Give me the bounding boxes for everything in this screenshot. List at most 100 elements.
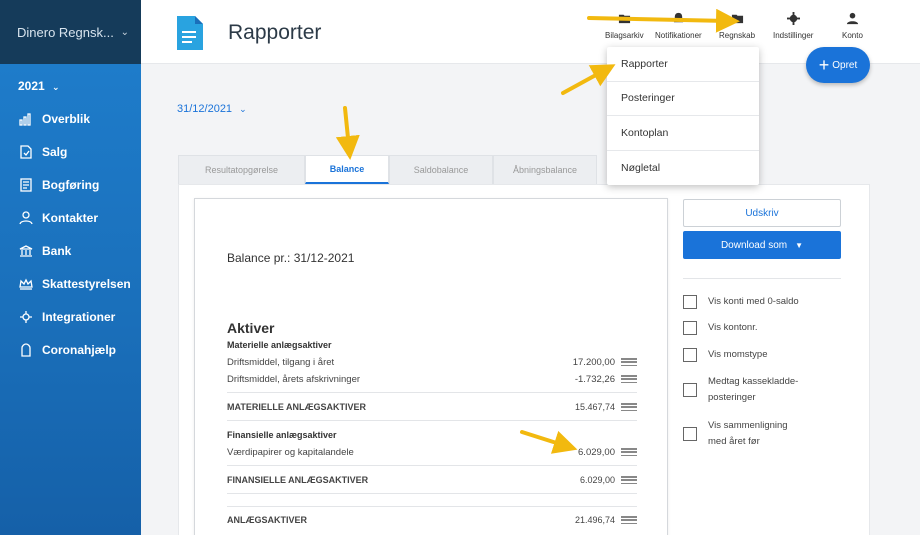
- checkbox[interactable]: [683, 295, 697, 309]
- gear-icon: [786, 12, 800, 25]
- table-row: Værdipapirer og kapitalandele 6.029,00: [227, 444, 637, 460]
- folder-open-icon: [731, 14, 743, 24]
- nav-notifikationer-label: Notifikationer: [655, 31, 702, 40]
- sidebar-item-salg[interactable]: Salg: [0, 135, 141, 168]
- checkbox[interactable]: [683, 383, 697, 397]
- balance-report: Balance pr.: 31/12-2021 Aktiver Materiel…: [194, 198, 668, 535]
- sidebar-item-label: Bogføring: [42, 177, 100, 192]
- row-value: -1.732,26: [574, 373, 615, 385]
- menu-item-rapporter[interactable]: Rapporter: [607, 47, 759, 82]
- group-title: Materielle anlægsaktiver: [227, 340, 332, 350]
- tab-label: Balance: [329, 164, 365, 174]
- checkbox[interactable]: [683, 321, 697, 335]
- divider: [227, 506, 637, 507]
- tab-label: Åbningsbalance: [512, 165, 578, 175]
- tab-label: Saldobalance: [413, 165, 469, 175]
- org-switcher[interactable]: Dinero Regnsk... ⌄: [0, 0, 141, 64]
- nav-bilagsarkiv[interactable]: Bilagsarkiv: [605, 12, 644, 40]
- report-title: Balance pr.: 31/12-2021: [227, 251, 355, 265]
- user-icon: [846, 12, 859, 25]
- menu-item-posteringer[interactable]: Posteringer: [607, 82, 759, 116]
- chevron-down-icon: ⌄: [120, 26, 129, 38]
- divider: [227, 465, 637, 466]
- year-selector[interactable]: 2021 ⌄: [0, 64, 141, 102]
- bar-chart-icon: [18, 111, 34, 127]
- nav-indstillinger[interactable]: Indstillinger: [773, 12, 813, 40]
- create-button[interactable]: + Opret: [806, 47, 870, 83]
- total-row: MATERIELLE ANLÆGSAKTIVER 15.467,74: [227, 399, 637, 415]
- sidebar-item-label: Coronahjælp: [42, 342, 116, 357]
- nav-regnskab[interactable]: Regnskab: [719, 12, 755, 40]
- menu-item-label: Nøgletal: [621, 161, 661, 174]
- divider: [683, 278, 841, 279]
- row-label: FINANSIELLE ANLÆGSAKTIVER: [227, 475, 369, 485]
- report-heading: Aktiver: [227, 320, 275, 336]
- sidebar-item-label: Overblik: [42, 111, 91, 126]
- list-icon[interactable]: [621, 448, 637, 456]
- sidebar-item-skattestyrelsen[interactable]: Skattestyrelsen: [0, 267, 141, 300]
- bookkeeping-icon: [18, 177, 34, 193]
- sidebar-item-label: Kontakter: [42, 210, 99, 225]
- nav-konto[interactable]: Konto: [842, 12, 863, 40]
- org-name: Dinero Regnsk...: [17, 24, 114, 40]
- divider: [227, 392, 637, 393]
- option-compare-previous-year[interactable]: Vis sammenligning med året før: [683, 418, 804, 450]
- table-row: Driftsmiddel, tilgang i året 17.200,00: [227, 354, 637, 370]
- sidebar-item-label: Skattestyrelsen: [42, 276, 131, 291]
- sidebar-item-overblik[interactable]: Overblik: [0, 102, 141, 135]
- nav-regnskab-label: Regnskab: [719, 31, 756, 40]
- group-title: Finansielle anlægsaktiver: [227, 430, 337, 440]
- year-label: 2021: [18, 79, 45, 93]
- list-icon[interactable]: [621, 476, 637, 484]
- date-value: 31/12/2021: [177, 103, 233, 115]
- row-label: Driftsmiddel, årets afskrivninger: [227, 373, 361, 385]
- tab-abningsbalance[interactable]: Åbningsbalance: [493, 155, 597, 184]
- option-vat-type[interactable]: Vis momstype: [683, 347, 767, 363]
- chevron-down-icon: ⌄: [239, 104, 247, 114]
- sidebar: Dinero Regnsk... ⌄ 2021 ⌄ Overblik Salg …: [0, 0, 141, 535]
- regnskab-dropdown: Rapporter Posteringer Kontoplan Nøgletal: [607, 47, 759, 185]
- sidebar-item-coronahjaelp[interactable]: Coronahjælp: [0, 333, 141, 366]
- option-account-number[interactable]: Vis kontonr.: [683, 320, 757, 336]
- sidebar-item-label: Salg: [42, 144, 68, 159]
- sidebar-item-integrationer[interactable]: Integrationer: [0, 300, 141, 333]
- date-selector[interactable]: 31/12/2021 ⌄: [177, 103, 247, 115]
- chevron-down-icon: ⌄: [52, 82, 60, 92]
- option-label: Medtag kassekladde-posteringer: [708, 376, 799, 403]
- list-icon[interactable]: [621, 516, 637, 524]
- menu-item-kontoplan[interactable]: Kontoplan: [607, 116, 759, 151]
- sidebar-item-bogforing[interactable]: Bogføring: [0, 168, 141, 201]
- checkbox[interactable]: [683, 427, 697, 441]
- list-icon[interactable]: [621, 403, 637, 411]
- sidebar-item-kontakter[interactable]: Kontakter: [0, 201, 141, 234]
- download-button[interactable]: Download som ▼: [683, 231, 841, 259]
- print-button[interactable]: Udskriv: [683, 199, 841, 227]
- row-value: 15.467,74: [574, 402, 615, 412]
- tab-saldobalance[interactable]: Saldobalance: [389, 155, 493, 184]
- menu-item-label: Rapporter: [621, 57, 668, 70]
- sales-icon: [18, 144, 34, 160]
- option-zero-balance[interactable]: Vis konti med 0-saldo: [683, 294, 799, 310]
- print-button-label: Udskriv: [745, 207, 779, 219]
- sidebar-item-bank[interactable]: Bank: [0, 234, 141, 267]
- tab-label: Resultatopgørelse: [204, 165, 279, 175]
- sidebar-nav: Overblik Salg Bogføring Kontakter Bank S…: [0, 102, 141, 366]
- option-include-draft[interactable]: Medtag kassekladde-posteringer: [683, 374, 804, 406]
- nav-notifikationer[interactable]: Notifikationer: [655, 12, 702, 40]
- tab-balance[interactable]: Balance: [305, 155, 389, 184]
- caret-down-icon: ▼: [795, 240, 804, 250]
- list-icon[interactable]: [621, 358, 637, 366]
- divider: [227, 493, 637, 494]
- contacts-icon: [18, 210, 34, 226]
- tab-resultatopgorelse[interactable]: Resultatopgørelse: [178, 155, 305, 184]
- grand-total-row: ANLÆGSAKTIVER 21.496,74: [227, 512, 637, 528]
- nav-bilagsarkiv-label: Bilagsarkiv: [605, 31, 644, 40]
- create-button-label: Opret: [832, 59, 858, 71]
- row-label: MATERIELLE ANLÆGSAKTIVER: [227, 402, 366, 412]
- checkbox[interactable]: [683, 348, 697, 362]
- list-icon[interactable]: [621, 375, 637, 383]
- nav-indstillinger-label: Indstillinger: [773, 31, 814, 40]
- bell-icon: [673, 12, 683, 23]
- nav-konto-label: Konto: [842, 31, 863, 40]
- menu-item-nogletal[interactable]: Nøgletal: [607, 151, 759, 186]
